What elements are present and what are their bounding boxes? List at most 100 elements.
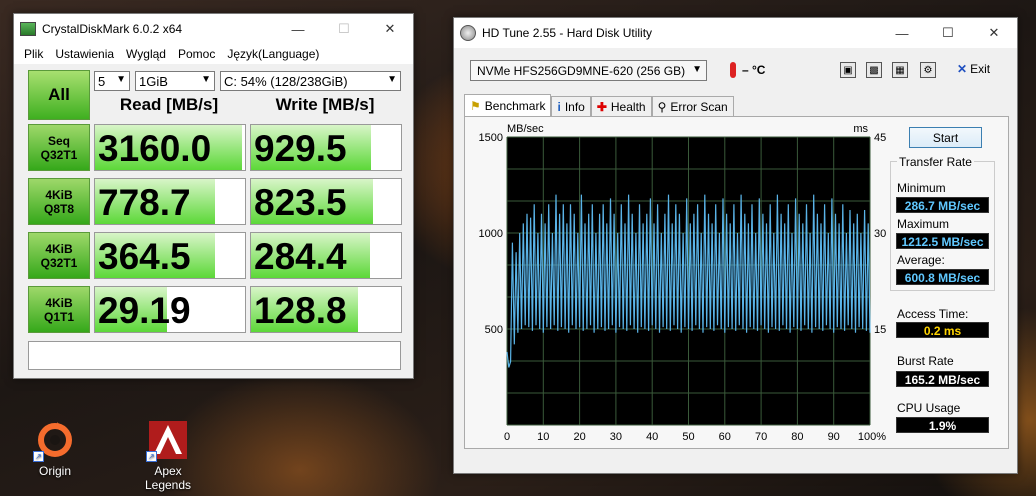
chart-y-tick-label: 500 — [485, 324, 503, 336]
desktop-icon-label: Apex Legends — [144, 464, 192, 492]
hdt-titlebar[interactable]: HD Tune 2.55 - Hard Disk Utility — ☐ ✕ — [454, 18, 1017, 48]
chart-x-tick-label: 60 — [719, 431, 731, 443]
size-select[interactable]: 1GiB ▼ — [135, 71, 215, 91]
count-select[interactable]: 5 ▼ — [94, 71, 130, 91]
drive-select[interactable]: NVMe HFS256GD9MNE-620 (256 GB) ▼ — [470, 60, 707, 81]
apex-legends-icon: ↗ — [146, 420, 188, 462]
transfer-rate-chart: 1500 1000 500 45 30 15 0 10 20 30 40 50 60 70 80 90 100%… — [479, 123, 887, 443]
read-result-4kib-q8t8: 778.7 — [94, 178, 246, 225]
thermometer-icon — [730, 62, 736, 78]
test-button-seq-q32t1[interactable]: Seq Q32T1 — [28, 124, 90, 171]
tab-benchmark[interactable]: ⚑ Benchmark — [464, 94, 552, 116]
chart-y2-tick-label: 45 — [874, 132, 886, 144]
burst-rate-label: Burst Rate — [897, 354, 954, 368]
cpu-usage-value: 1.9% — [896, 417, 989, 433]
maximize-button[interactable]: ☐ — [925, 18, 971, 48]
copy-screenshot-icon[interactable]: ▩ — [866, 62, 882, 78]
burst-rate-value: 165.2 MB/sec — [896, 371, 989, 387]
minimum-value: 286.7 MB/sec — [896, 197, 989, 213]
cdm-body: All 5 ▼ 1GiB ▼ C: 54% (128/238GiB) ▼ Read [… — [14, 64, 413, 379]
info-icon: i — [557, 99, 561, 114]
write-value: 929.5 — [254, 128, 347, 169]
test-label-1: 4KiB — [45, 241, 73, 256]
cpu-usage-label: CPU Usage — [897, 401, 961, 415]
close-button[interactable]: ✕ — [367, 14, 413, 44]
hdtune-window[interactable]: HD Tune 2.55 - Hard Disk Utility — ☐ ✕ N… — [453, 17, 1018, 474]
test-label-2: Q1T1 — [43, 309, 74, 324]
health-cross-icon: ✚ — [596, 99, 607, 114]
chart-x-tick-label: 50 — [682, 431, 694, 443]
cdm-titlebar[interactable]: CrystalDiskMark 6.0.2 x64 — ☐ ✕ — [14, 14, 413, 44]
minimize-button[interactable]: — — [879, 18, 925, 48]
cdm-menubar: Plik Ustawienia Wygląd Pomoc Język(Langu… — [14, 44, 413, 64]
chart-y-axis-label: MB/sec — [507, 123, 544, 135]
transfer-rate-label: Transfer Rate — [897, 155, 974, 169]
hdt-tabs: ⚑ Benchmark i Info ✚ Health ⚲ Error Scan — [464, 94, 734, 116]
menu-plik[interactable]: Plik — [18, 47, 49, 61]
chart-x-tick-label: 80 — [791, 431, 803, 443]
cdm-app-icon — [20, 22, 36, 36]
close-button[interactable]: ✕ — [971, 18, 1017, 48]
desktop-icon-apex-legends[interactable]: ↗ Apex Legends — [133, 420, 203, 492]
maximize-button[interactable]: ☐ — [321, 14, 367, 44]
test-label-1: Seq — [47, 133, 70, 148]
chart-y-tick-label: 1500 — [479, 132, 503, 144]
crystaldiskmark-window[interactable]: CrystalDiskMark 6.0.2 x64 — ☐ ✕ Plik Ust… — [13, 13, 414, 379]
access-time-label: Access Time: — [897, 307, 969, 321]
exit-label: Exit — [970, 62, 991, 76]
desktop-icon-origin[interactable]: ↗ Origin — [20, 420, 90, 478]
drive-value: C: 54% (128/238GiB) — [224, 73, 348, 89]
copy-icon[interactable]: ▣ — [840, 62, 856, 78]
exit-button[interactable]: ✕ Exit — [957, 62, 990, 76]
chart-y2-tick-label: 30 — [874, 228, 886, 240]
write-value: 284.4 — [254, 236, 347, 277]
test-button-4kib-q32t1[interactable]: 4KiB Q32T1 — [28, 232, 90, 279]
chevron-down-icon: ▼ — [201, 74, 211, 85]
start-button[interactable]: Start — [909, 127, 982, 148]
all-button[interactable]: All — [28, 70, 90, 120]
access-time-value: 0.2 ms — [896, 322, 989, 338]
menu-pomoc[interactable]: Pomoc — [172, 47, 221, 61]
hdt-app-icon — [460, 25, 476, 41]
test-button-4kib-q8t8[interactable]: 4KiB Q8T8 — [28, 178, 90, 225]
maximum-value: 1212.5 MB/sec — [896, 233, 989, 249]
chart-y-tick-label: 1000 — [479, 228, 503, 240]
test-label-1: 4KiB — [45, 295, 73, 310]
chart-x-tick-label: 0 — [504, 431, 510, 443]
chart-x-tick-label: 30 — [610, 431, 622, 443]
write-result-4kib-q8t8: 823.5 — [250, 178, 402, 225]
tab-label: Benchmark — [484, 98, 546, 113]
test-button-4kib-q1t1[interactable]: 4KiB Q1T1 — [28, 286, 90, 333]
menu-jezyk[interactable]: Język(Language) — [221, 47, 325, 61]
write-header: Write [MB/s] — [275, 95, 375, 114]
tab-health[interactable]: ✚ Health — [590, 96, 652, 116]
shortcut-arrow-icon: ↗ — [146, 451, 157, 462]
hdt-toolbar: NVMe HFS256GD9MNE-620 (256 GB) ▼ – °C ▣ ▩… — [454, 56, 1017, 86]
tab-label: Health — [610, 99, 646, 114]
minimum-label: Minimum — [897, 181, 946, 195]
tab-label: Info — [564, 99, 585, 114]
drive-select[interactable]: C: 54% (128/238GiB) ▼ — [220, 71, 401, 91]
tab-error-scan[interactable]: ⚲ Error Scan — [651, 96, 734, 116]
maximum-label: Maximum — [897, 217, 950, 231]
comment-input[interactable] — [28, 341, 401, 370]
minimize-button[interactable]: — — [275, 14, 321, 44]
save-icon[interactable]: ▦ — [892, 62, 908, 78]
write-value: 823.5 — [254, 182, 347, 223]
menu-ustawienia[interactable]: Ustawienia — [49, 47, 120, 61]
options-icon[interactable]: ⚙ — [920, 62, 936, 78]
cdm-title: CrystalDiskMark 6.0.2 x64 — [42, 22, 183, 36]
chevron-down-icon: ▼ — [116, 74, 126, 85]
menu-wyglad[interactable]: Wygląd — [120, 47, 172, 61]
chart-y2-tick-label: 15 — [874, 324, 886, 336]
write-value: 128.8 — [254, 290, 347, 331]
status-bar — [454, 453, 1017, 473]
test-label-2: Q32T1 — [40, 255, 78, 270]
read-value: 364.5 — [98, 236, 191, 277]
desktop-icon-label: Origin — [38, 464, 71, 478]
tab-info[interactable]: i Info — [551, 96, 591, 116]
average-value: 600.8 MB/sec — [896, 269, 989, 285]
average-label: Average: — [897, 253, 945, 267]
chevron-down-icon: ▼ — [387, 74, 397, 85]
test-label-2: Q32T1 — [40, 147, 78, 162]
